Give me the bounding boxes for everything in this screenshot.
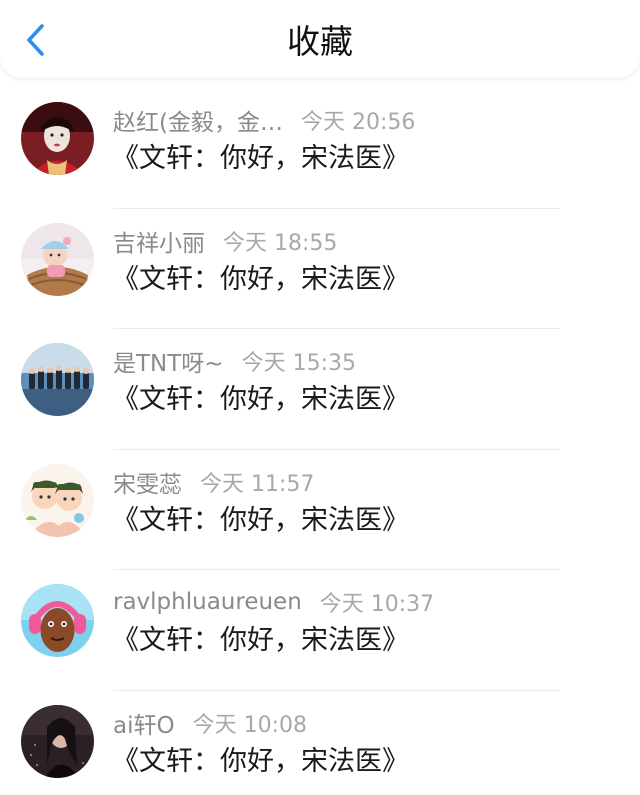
list-item[interactable]: 吉祥小丽 今天 18:55 《文轩：你好，宋法医》 xyxy=(0,209,640,329)
item-meta: 是TNT呀~ 今天 15:35 xyxy=(113,345,356,377)
sender-name: 赵红(金毅，金… xyxy=(113,110,283,136)
avatar[interactable] xyxy=(21,222,94,296)
sender-name: 吉祥小丽 xyxy=(113,230,205,257)
list-item[interactable]: ai轩O 今天 10:08 《文轩：你好，宋法医》 xyxy=(0,691,640,795)
cartoon-kids-avatar xyxy=(21,463,94,537)
message-text: 《文轩：你好，宋法医》 xyxy=(112,625,409,656)
avatar[interactable] xyxy=(21,584,94,657)
timestamp: 今天 11:57 xyxy=(200,471,315,497)
portrait-avatar xyxy=(21,102,94,175)
avatar[interactable] xyxy=(21,343,94,416)
item-meta: 赵红(金毅，金… 今天 20:56 xyxy=(113,104,415,136)
header-bar: 收藏 xyxy=(0,0,640,78)
message-text: 《文轩：你好，宋法医》 xyxy=(112,745,409,777)
sender-name: 是TNT呀~ xyxy=(113,351,224,377)
timestamp: 今天 10:08 xyxy=(192,712,307,738)
avatar[interactable] xyxy=(21,463,94,537)
message-text: 《文轩：你好，宋法医》 xyxy=(112,384,409,415)
night-photo-avatar xyxy=(21,704,94,778)
timestamp: 今天 18:55 xyxy=(223,230,338,256)
group-photo-avatar xyxy=(21,343,94,416)
item-meta: ravlphluaureuen 今天 10:37 xyxy=(113,586,434,618)
favorites-list: 赵红(金毅，金… 今天 20:56 《文轩：你好，宋法医》 吉祥小丽 今天 18… xyxy=(0,88,640,795)
headphones-character-avatar xyxy=(21,584,94,657)
timestamp: 今天 20:56 xyxy=(300,110,416,135)
baby-avatar xyxy=(21,222,94,296)
avatar[interactable] xyxy=(21,704,94,778)
item-meta: ai轩O 今天 10:08 xyxy=(113,707,307,739)
sender-name: ravlphluaureuen xyxy=(113,589,302,615)
timestamp: 今天 10:37 xyxy=(319,592,435,617)
timestamp: 今天 15:35 xyxy=(241,351,356,376)
item-meta: 吉祥小丽 今天 18:55 xyxy=(113,225,337,257)
list-item[interactable]: 赵红(金毅，金… 今天 20:56 《文轩：你好，宋法医》 xyxy=(0,88,640,209)
favorites-page: 收藏 赵红(金毅，金… 今天 20:56 《文轩：你好，宋法医》 吉祥小丽 今天… xyxy=(0,0,640,795)
sender-name: 宋雯蕊 xyxy=(113,471,182,498)
message-text: 《文轩：你好，宋法医》 xyxy=(112,504,409,536)
sender-name: ai轩O xyxy=(113,712,175,739)
list-item[interactable]: 宋雯蕊 今天 11:57 《文轩：你好，宋法医》 xyxy=(0,450,640,570)
avatar[interactable] xyxy=(21,102,94,175)
message-text: 《文轩：你好，宋法医》 xyxy=(112,143,409,174)
list-item[interactable]: ravlphluaureuen 今天 10:37 《文轩：你好，宋法医》 xyxy=(0,570,640,691)
page-title: 收藏 xyxy=(287,22,353,61)
message-text: 《文轩：你好，宋法医》 xyxy=(112,263,409,295)
item-meta: 宋雯蕊 今天 11:57 xyxy=(113,466,314,498)
list-item[interactable]: 是TNT呀~ 今天 15:35 《文轩：你好，宋法医》 xyxy=(0,329,640,450)
